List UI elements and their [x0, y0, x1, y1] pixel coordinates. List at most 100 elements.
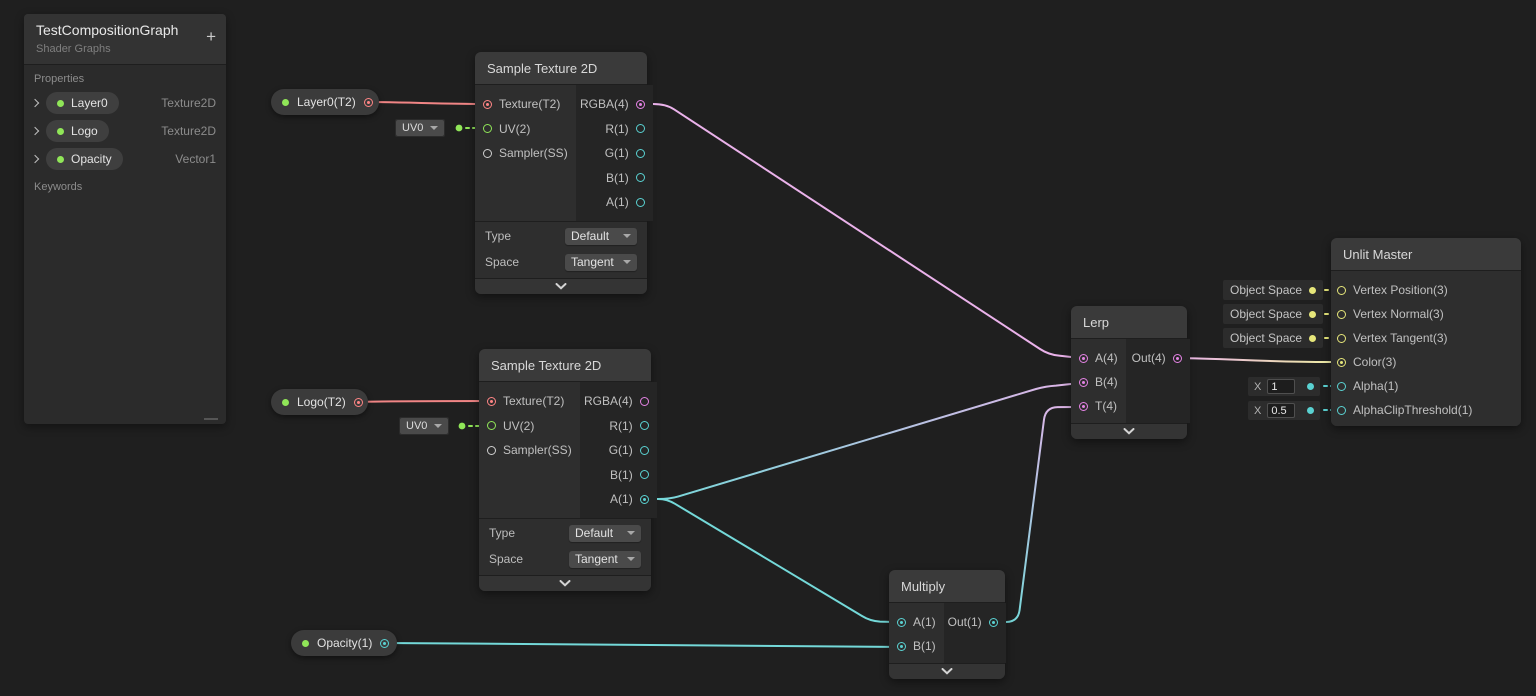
input-row-a: A(4)	[1071, 346, 1126, 370]
node-sample-texture-2[interactable]: Sample Texture 2D Texture(T2) UV(2) Samp…	[479, 349, 651, 591]
edge-lerp-out-to-master-color[interactable]	[1175, 358, 1338, 362]
edge-sample2-a-to-multiply-a[interactable]	[639, 499, 898, 622]
edge-layer	[0, 0, 1536, 696]
node-layer0[interactable]: Layer0(T2)	[271, 89, 379, 115]
uv-channel-value: UV0	[406, 420, 427, 432]
port-label: A(1)	[610, 492, 633, 506]
output-port-r[interactable]	[636, 124, 645, 133]
node-sample-texture-1[interactable]: Sample Texture 2D Texture(T2) UV(2) Samp…	[475, 52, 647, 294]
output-port-b[interactable]	[636, 173, 645, 182]
vertex-normal-space-pill[interactable]: Object Space	[1223, 304, 1323, 324]
output-port-rgba[interactable]	[640, 397, 649, 406]
blackboard-header: TestCompositionGraph Shader Graphs +	[24, 14, 226, 65]
collapse-preview-button[interactable]	[1071, 423, 1187, 439]
output-port-out[interactable]	[989, 618, 998, 627]
node-label: Opacity(1)	[317, 636, 372, 650]
input-port-a[interactable]	[897, 618, 906, 627]
input-port-texture[interactable]	[483, 100, 492, 109]
edge-layer0-to-sample1-texture[interactable]	[361, 102, 488, 104]
space-label: Space	[485, 255, 519, 269]
output-port-b[interactable]	[640, 470, 649, 479]
chevron-right-icon[interactable]	[31, 127, 39, 135]
input-port-a[interactable]	[1079, 354, 1088, 363]
node-opacity[interactable]: Opacity(1)	[291, 630, 397, 656]
property-pill-logo[interactable]: Logo	[46, 120, 109, 142]
edge-opacity-to-multiply-b[interactable]	[378, 643, 898, 647]
output-port-out[interactable]	[1173, 354, 1182, 363]
output-port-a[interactable]	[640, 495, 649, 504]
port-label: RGBA(4)	[580, 97, 629, 111]
input-port-vertex-position[interactable]	[1337, 286, 1346, 295]
uv-channel-dropdown[interactable]: UV0	[396, 120, 444, 136]
input-port-b[interactable]	[897, 642, 906, 651]
input-port-vertex-tangent[interactable]	[1337, 334, 1346, 343]
property-row-opacity[interactable]: Opacity Vector1	[24, 145, 226, 173]
output-port-rgba[interactable]	[636, 100, 645, 109]
output-port-layer0[interactable]	[364, 98, 373, 107]
input-port-sampler[interactable]	[483, 149, 492, 158]
input-row-alphaclip: AlphaClipThreshold(1)	[1331, 398, 1521, 422]
property-pill-opacity[interactable]: Opacity	[46, 148, 123, 170]
collapse-preview-button[interactable]	[479, 575, 651, 591]
node-logo[interactable]: Logo(T2)	[271, 389, 368, 415]
input-port-sampler[interactable]	[487, 446, 496, 455]
output-port-logo[interactable]	[354, 398, 363, 407]
vertex-position-space-pill[interactable]: Object Space	[1223, 280, 1323, 300]
collapse-preview-button[interactable]	[475, 278, 647, 294]
input-port-color[interactable]	[1337, 358, 1346, 367]
output-port-g[interactable]	[636, 149, 645, 158]
node-unlit-master[interactable]: Unlit Master Vertex Position(3) Vertex N…	[1331, 238, 1521, 426]
uv-channel-dropdown[interactable]: UV0	[400, 418, 448, 434]
node-lerp[interactable]: Lerp A(4) B(4) T(4) Out(4)	[1071, 306, 1187, 439]
graph-subtitle: Shader Graphs	[36, 43, 214, 55]
input-port-uv[interactable]	[487, 421, 496, 430]
space-value: Object Space	[1230, 307, 1302, 321]
input-port-alpha[interactable]	[1337, 382, 1346, 391]
node-multiply[interactable]: Multiply A(1) B(1) Out(1)	[889, 570, 1005, 679]
space-dropdown[interactable]: Tangent	[565, 254, 637, 271]
input-port-t[interactable]	[1079, 402, 1088, 411]
port-label: T(4)	[1095, 399, 1117, 413]
edge-sample1-rgba-to-lerp-a[interactable]	[635, 104, 1080, 358]
port-label: B(4)	[1095, 375, 1118, 389]
type-label: Type	[485, 229, 511, 243]
input-port-b[interactable]	[1079, 378, 1088, 387]
output-port-a[interactable]	[636, 198, 645, 207]
chevron-down-icon	[623, 234, 631, 238]
input-port-texture[interactable]	[487, 397, 496, 406]
blackboard-resize-handle[interactable]	[204, 418, 218, 420]
alphaclip-default-input[interactable]	[1267, 403, 1295, 418]
node-title: Sample Texture 2D	[479, 349, 651, 382]
collapse-preview-button[interactable]	[889, 663, 1005, 679]
type-dropdown[interactable]: Default	[565, 228, 637, 245]
uv-default-widget-a: UV0	[395, 119, 445, 137]
input-port-alphaclip[interactable]	[1337, 406, 1346, 415]
input-row-color: Color(3)	[1331, 350, 1521, 374]
output-port-g[interactable]	[640, 446, 649, 455]
property-row-logo[interactable]: Logo Texture2D	[24, 117, 226, 145]
port-label: A(1)	[606, 195, 629, 209]
chevron-down-icon	[434, 424, 442, 428]
blackboard[interactable]: TestCompositionGraph Shader Graphs + Pro…	[24, 14, 226, 424]
chevron-right-icon[interactable]	[31, 99, 39, 107]
property-row-layer0[interactable]: Layer0 Texture2D	[24, 89, 226, 117]
add-property-button[interactable]: +	[206, 28, 216, 45]
output-port-r[interactable]	[640, 421, 649, 430]
port-label: R(1)	[605, 122, 628, 136]
input-port-uv[interactable]	[483, 124, 492, 133]
type-dropdown[interactable]: Default	[569, 525, 641, 542]
vertex-tangent-space-pill[interactable]: Object Space	[1223, 328, 1323, 348]
alpha-default-input[interactable]	[1267, 379, 1295, 394]
input-row-vertex-position: Vertex Position(3)	[1331, 278, 1521, 302]
output-row-a: A(1)	[576, 190, 653, 215]
output-row-r: R(1)	[576, 117, 653, 142]
space-value: Tangent	[575, 552, 618, 566]
edge-sample2-a-to-lerp-b[interactable]	[639, 383, 1080, 499]
graph-canvas[interactable]: TestCompositionGraph Shader Graphs + Pro…	[0, 0, 1536, 696]
input-port-vertex-normal[interactable]	[1337, 310, 1346, 319]
edge-logo-to-sample2-texture[interactable]	[351, 401, 492, 402]
chevron-right-icon[interactable]	[31, 155, 39, 163]
property-pill-layer0[interactable]: Layer0	[46, 92, 119, 114]
space-dropdown[interactable]: Tangent	[569, 551, 641, 568]
output-port-opacity[interactable]	[380, 639, 389, 648]
